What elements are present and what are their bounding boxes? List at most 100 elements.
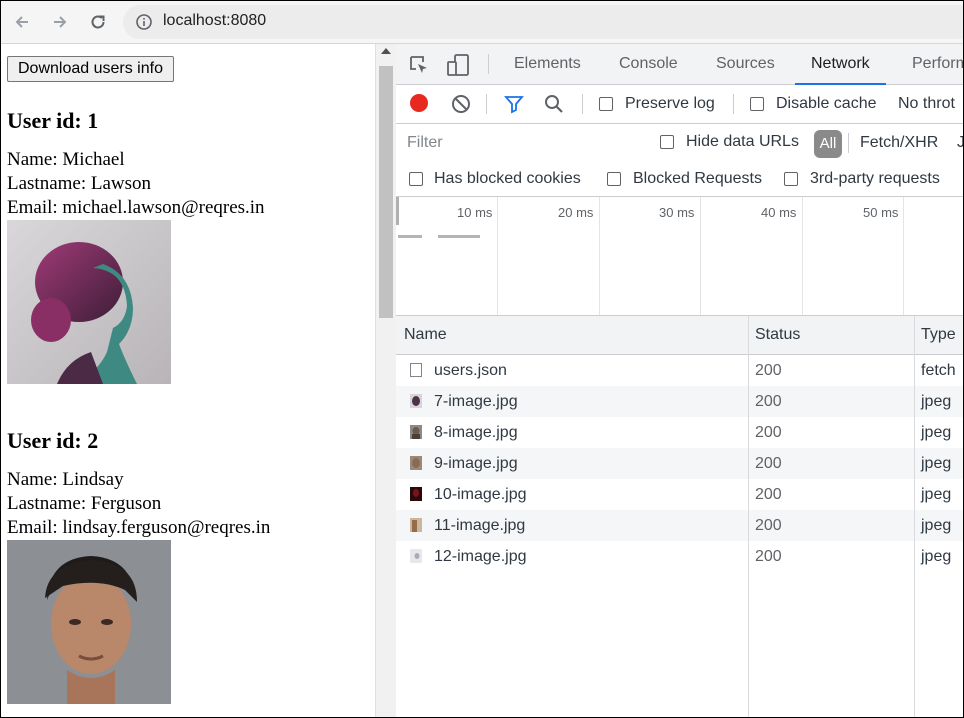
download-users-button[interactable]: Download users info bbox=[7, 56, 174, 82]
request-type: jpeg bbox=[921, 393, 952, 410]
search-icon[interactable] bbox=[544, 94, 564, 114]
column-header-status[interactable]: Status bbox=[755, 316, 800, 354]
user-avatar-image bbox=[7, 540, 171, 704]
preserve-log-label: Preserve log bbox=[625, 95, 715, 112]
column-header-name[interactable]: Name bbox=[404, 316, 447, 354]
devtools-tabbar: Elements Console Sources Network Perform bbox=[396, 44, 963, 85]
address-bar[interactable]: localhost:8080 bbox=[123, 5, 963, 39]
tab-performance[interactable]: Perform bbox=[912, 44, 963, 84]
table-row[interactable]: 10-image.jpg 200 jpeg bbox=[396, 479, 963, 510]
request-name: 7-image.jpg bbox=[434, 393, 518, 410]
blocked-requests-label: Blocked Requests bbox=[633, 170, 762, 187]
tab-elements[interactable]: Elements bbox=[514, 44, 581, 84]
hide-data-urls-label: Hide data URLs bbox=[686, 133, 799, 150]
network-timeline-overview[interactable]: 10 ms 20 ms 30 ms 40 ms 50 ms bbox=[396, 197, 963, 316]
arrow-left-icon bbox=[15, 16, 28, 28]
device-toolbar-icon[interactable] bbox=[446, 54, 470, 76]
filter-row: Filter Hide data URLs Fetch/XHR J bbox=[396, 124, 963, 162]
scrollbar-thumb[interactable] bbox=[379, 66, 393, 318]
info-icon[interactable] bbox=[135, 13, 153, 31]
devtools-panel: Elements Console Sources Network Perform… bbox=[396, 44, 963, 717]
reload-icon bbox=[91, 15, 105, 29]
request-status: 200 bbox=[755, 393, 782, 410]
divider bbox=[486, 94, 487, 114]
hide-data-urls-checkbox[interactable] bbox=[660, 135, 674, 149]
divider bbox=[488, 54, 489, 74]
blocked-filter-row: Has blocked cookies Blocked Requests 3rd… bbox=[396, 162, 963, 197]
user-name: Name: Lindsay bbox=[7, 469, 124, 490]
request-status: 200 bbox=[755, 424, 782, 441]
table-row[interactable]: 8-image.jpg 200 jpeg bbox=[396, 417, 963, 448]
image-thumb-icon bbox=[410, 518, 422, 532]
timeline-tick-label: 50 ms bbox=[863, 205, 899, 220]
forward-button[interactable] bbox=[47, 9, 73, 35]
network-request-table: Name Status Type users.json 200 fetch 7-… bbox=[396, 316, 963, 717]
table-row[interactable]: 12-image.jpg 200 jpeg bbox=[396, 541, 963, 572]
has-blocked-cookies-checkbox[interactable] bbox=[409, 172, 423, 186]
request-status: 200 bbox=[755, 362, 782, 379]
divider bbox=[733, 94, 734, 114]
third-party-requests-label: 3rd-party requests bbox=[810, 170, 940, 187]
disable-cache-checkbox[interactable] bbox=[750, 97, 764, 111]
timeline-gridline bbox=[599, 197, 600, 315]
page-scrollbar[interactable] bbox=[375, 44, 396, 717]
column-divider[interactable] bbox=[914, 316, 915, 717]
network-toolbar: Preserve log Disable cache No throt bbox=[396, 85, 963, 124]
filter-icon[interactable] bbox=[504, 94, 524, 114]
user-heading: User id: 1 bbox=[7, 108, 99, 133]
request-name: 9-image.jpg bbox=[434, 455, 518, 472]
inspect-element-icon[interactable] bbox=[408, 54, 430, 76]
user-email: Email: lindsay.ferguson@reqres.in bbox=[7, 517, 271, 538]
blocked-requests-checkbox[interactable] bbox=[607, 172, 621, 186]
timeline-tick-label: 10 ms bbox=[457, 205, 493, 220]
tab-network[interactable]: Network bbox=[795, 44, 886, 85]
request-type: jpeg bbox=[921, 455, 952, 472]
tab-sources[interactable]: Sources bbox=[716, 44, 775, 84]
divider bbox=[848, 133, 849, 153]
filter-fetch-xhr[interactable]: Fetch/XHR bbox=[860, 134, 938, 152]
user-heading: User id: 2 bbox=[7, 428, 99, 453]
request-name: users.json bbox=[434, 362, 507, 379]
scroll-up-icon[interactable] bbox=[381, 48, 391, 54]
user-name: Name: Michael bbox=[7, 149, 125, 170]
request-name: 11-image.jpg bbox=[434, 517, 526, 534]
page-content: Download users info User id: 1 Name: Mic… bbox=[1, 44, 375, 717]
timeline-tick-label: 30 ms bbox=[659, 205, 695, 220]
document-icon bbox=[410, 363, 422, 377]
table-row[interactable]: 9-image.jpg 200 jpeg bbox=[396, 448, 963, 479]
request-type: jpeg bbox=[921, 517, 952, 534]
filter-input[interactable]: Filter bbox=[402, 129, 640, 155]
record-icon[interactable] bbox=[410, 94, 428, 112]
screenshot-frame: localhost:8080 Download users info User … bbox=[0, 0, 964, 718]
request-type: fetch bbox=[921, 362, 956, 379]
timeline-request-bar bbox=[398, 235, 422, 238]
timeline-gridline bbox=[802, 197, 803, 315]
reload-button[interactable] bbox=[85, 9, 111, 35]
timeline-gridline bbox=[497, 197, 498, 315]
url-text: localhost:8080 bbox=[163, 12, 267, 29]
timeline-tick-label: 40 ms bbox=[761, 205, 797, 220]
filter-js[interactable]: J bbox=[957, 134, 963, 152]
tab-console[interactable]: Console bbox=[619, 44, 678, 84]
throttling-dropdown[interactable]: No throt bbox=[898, 95, 955, 113]
timeline-gridline bbox=[903, 197, 904, 315]
column-divider[interactable] bbox=[748, 316, 749, 717]
table-row[interactable]: users.json 200 fetch bbox=[396, 355, 963, 386]
timeline-request-bar bbox=[438, 235, 480, 238]
third-party-requests-checkbox[interactable] bbox=[784, 172, 798, 186]
request-name: 12-image.jpg bbox=[434, 548, 527, 565]
preserve-log-checkbox[interactable] bbox=[599, 97, 613, 111]
table-row[interactable]: 11-image.jpg 200 jpeg bbox=[396, 510, 963, 541]
request-type: jpeg bbox=[921, 486, 952, 503]
timeline-tick-label: 20 ms bbox=[558, 205, 594, 220]
user-lastname: Lastname: Lawson bbox=[7, 173, 152, 194]
table-row[interactable]: 7-image.jpg 200 jpeg bbox=[396, 386, 963, 417]
back-button[interactable] bbox=[9, 9, 35, 35]
clear-icon[interactable] bbox=[451, 94, 471, 114]
request-status: 200 bbox=[755, 455, 782, 472]
column-header-type[interactable]: Type bbox=[921, 316, 956, 354]
request-status: 200 bbox=[755, 486, 782, 503]
user-lastname: Lastname: Ferguson bbox=[7, 493, 162, 514]
filter-all-button[interactable]: All bbox=[814, 130, 842, 158]
request-type: jpeg bbox=[921, 424, 952, 441]
